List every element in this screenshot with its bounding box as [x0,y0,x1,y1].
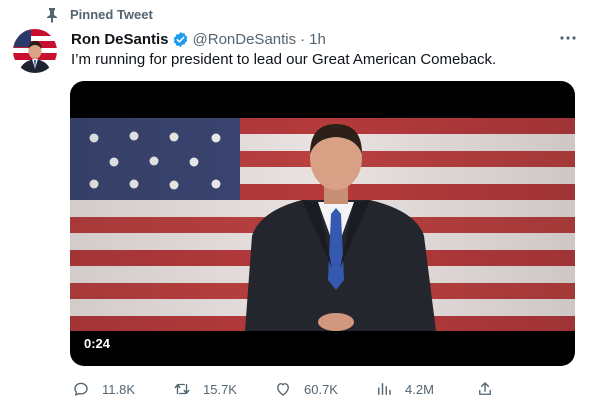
reply-button[interactable]: 11.8K [72,376,135,402]
more-options-icon[interactable] [559,33,577,43]
views-chart-icon [378,383,391,395]
video-player[interactable]: 0:24 [70,81,575,366]
retweet-button[interactable]: 15.7K [173,376,237,402]
author-name[interactable]: Ron DeSantis [71,31,169,48]
pinned-label: Pinned Tweet [70,7,153,22]
like-button[interactable]: 60.7K [274,376,338,402]
tweet-text: I’m running for president to lead our Gr… [71,51,497,68]
reply-icon [74,382,88,396]
retweet-count: 15.7K [203,381,237,397]
video-frame [70,118,575,331]
share-icon [479,382,491,395]
pin-icon [47,8,57,23]
share-button[interactable] [476,376,494,402]
heart-icon [277,383,289,396]
video-duration: 0:24 [84,336,111,351]
tweet-actions: 11.8K 15.7K 60.7K 4.2M [70,376,580,402]
reply-count: 11.8K [102,381,136,397]
avatar[interactable] [13,29,57,73]
like-count: 60.7K [304,381,338,397]
verified-badge-icon[interactable] [172,31,189,48]
tweet-timestamp[interactable]: 1h [309,31,326,48]
pinned-indicator: Pinned Tweet [44,6,153,24]
retweet-icon [174,383,190,395]
tweet-header: Ron DeSantis @RonDeSantis · 1h [71,29,326,49]
separator-dot: · [300,30,306,48]
views-count: 4.2M [405,381,434,397]
views-button[interactable]: 4.2M [375,376,434,402]
author-handle[interactable]: @RonDeSantis [193,31,297,48]
